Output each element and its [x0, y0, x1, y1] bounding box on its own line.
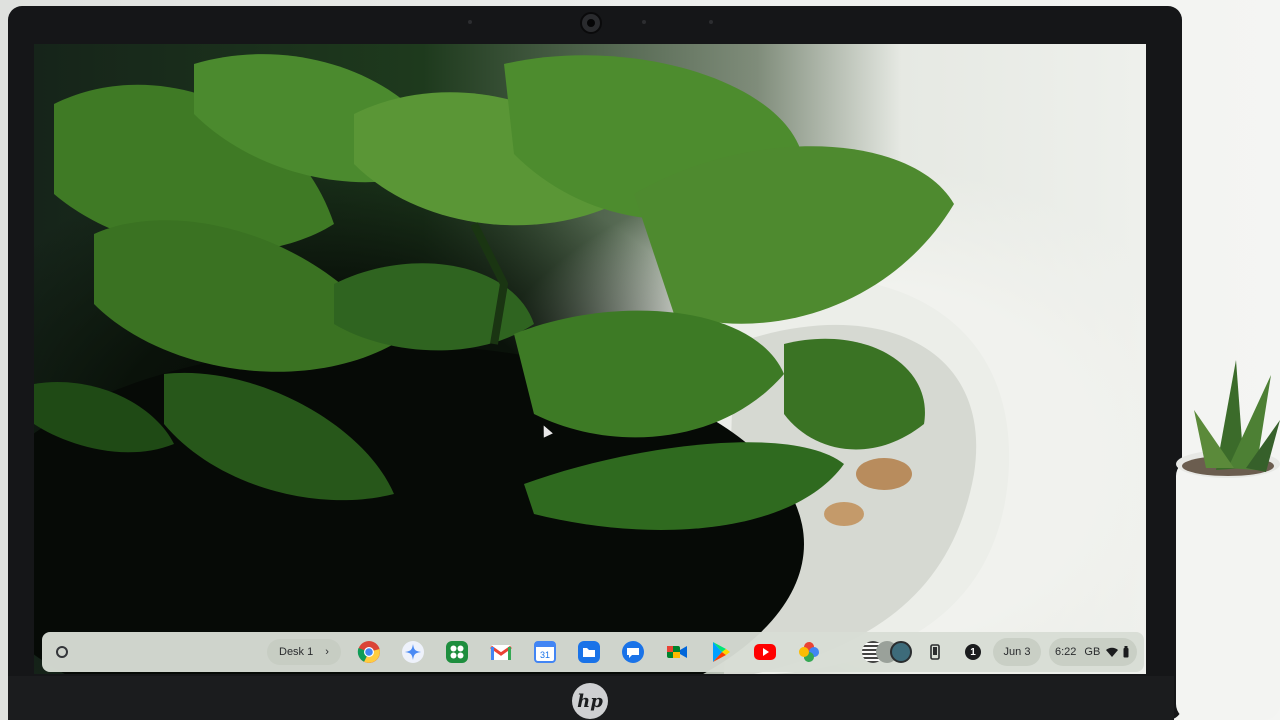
date-tray-button[interactable]: Jun 3 — [993, 638, 1041, 666]
files-app-button[interactable] — [577, 640, 601, 664]
meet-app-button[interactable] — [665, 640, 689, 664]
wifi-icon — [1106, 647, 1119, 657]
play-store-app-button[interactable] — [709, 640, 733, 664]
date-label: Jun 3 — [1003, 646, 1031, 658]
desk-switcher-button[interactable]: Desk 1 › — [267, 639, 341, 665]
notification-button[interactable]: 1 — [962, 638, 984, 666]
meet-icon — [667, 646, 687, 658]
avatar — [890, 641, 912, 663]
hp-logo: hp — [572, 683, 608, 719]
gemini-icon — [402, 641, 424, 663]
phone-icon — [930, 644, 940, 660]
calendar-app-button[interactable]: 31 — [533, 640, 557, 664]
sensor-dot — [642, 20, 646, 24]
desktop-wallpaper — [34, 44, 1146, 674]
messages-app-button[interactable] — [621, 640, 645, 664]
launcher-button[interactable] — [53, 643, 71, 661]
webcam — [580, 12, 602, 34]
phone-hub-button[interactable] — [924, 638, 946, 666]
potted-plant-photo — [1176, 360, 1280, 720]
messages-icon — [622, 641, 644, 663]
status-area-button[interactable]: 6:22 GB — [1049, 638, 1137, 666]
time-label: 6:22 — [1055, 646, 1077, 658]
notification-count-badge: 1 — [965, 644, 981, 660]
locale-label: GB — [1084, 646, 1101, 658]
gemini-app-button[interactable] — [401, 640, 425, 664]
chrome-icon — [357, 641, 380, 663]
apps-grid-icon — [446, 641, 468, 663]
files-icon — [578, 641, 600, 663]
photos-app-button[interactable] — [797, 640, 821, 664]
photos-icon — [799, 642, 819, 662]
youtube-app-button[interactable] — [753, 640, 777, 664]
sensor-dot — [709, 20, 713, 24]
gmail-app-button[interactable] — [489, 640, 513, 664]
gmail-icon — [490, 645, 512, 660]
workspace-app-button[interactable] — [445, 640, 469, 664]
chrome-app-button[interactable] — [357, 640, 381, 664]
play-store-icon — [713, 642, 730, 662]
calendar-day-label: 31 — [540, 650, 550, 660]
youtube-icon — [754, 644, 776, 660]
succulent-wallpaper-image — [34, 54, 1010, 674]
chevron-right-icon: › — [325, 646, 329, 658]
chromeos-shelf: Desk 1 › 31 1 Jun 3 6:22 GB — [42, 632, 1144, 672]
sensor-dot — [468, 20, 472, 24]
holding-space-button[interactable] — [862, 641, 916, 663]
desk-label: Desk 1 — [279, 646, 314, 658]
calendar-icon: 31 — [534, 641, 556, 663]
battery-icon — [1123, 646, 1129, 658]
